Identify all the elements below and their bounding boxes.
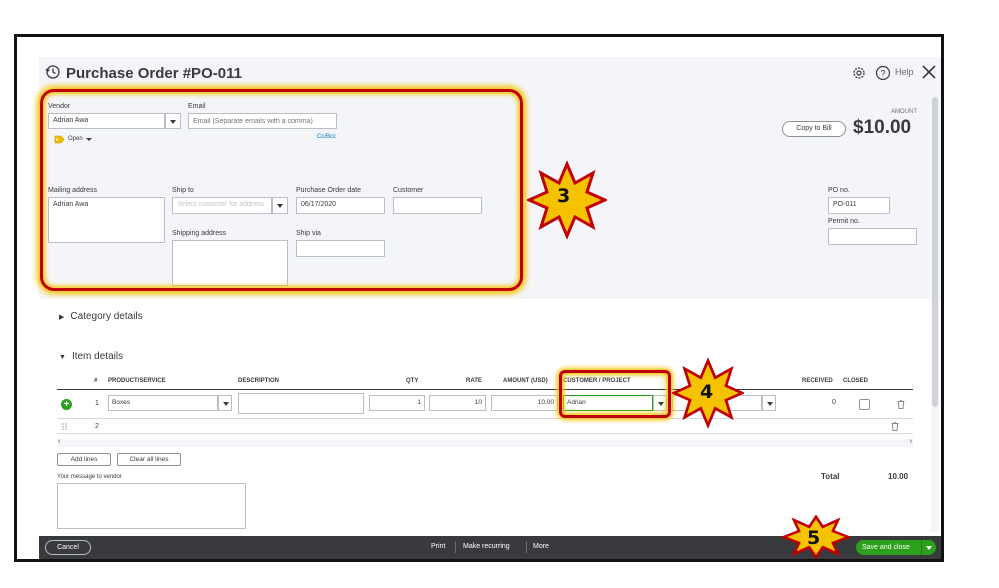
amount-value: $10.00 [853,117,912,138]
description-input[interactable] [238,393,364,414]
rate-input[interactable]: 10 [429,395,486,411]
col-num: # [94,378,98,384]
row-divider [57,418,913,419]
horizontal-scrollbar[interactable]: ‹ › [57,438,913,447]
title-bar: Purchase Order #PO-011 ? Help [39,57,941,93]
col-qty: QTY [406,378,419,384]
footer-divider [455,541,456,553]
trash-icon[interactable] [891,422,899,431]
item-details-toggle[interactable]: ▼ Item details [59,351,123,362]
close-icon[interactable] [920,63,938,81]
product-select[interactable]: Boxes [108,395,218,411]
save-and-close-button[interactable]: Save and close [856,540,936,555]
closed-checkbox[interactable] [859,399,870,410]
received-value: 0 [832,399,836,406]
scroll-left-icon[interactable]: ‹ [58,438,60,445]
col-rate: RATE [466,378,482,384]
gear-icon[interactable] [851,65,867,81]
category-details-label: Category details [70,311,143,322]
permit-no-label: Permit no. [828,218,860,225]
message-label: Your message to vendor [57,474,122,480]
add-row-icon[interactable]: + [61,399,72,410]
class-dropdown-button[interactable] [762,395,776,411]
header-highlight-box [40,89,523,291]
col-product: PRODUCT/SERVICE [108,378,166,384]
table-header-divider [57,389,913,390]
row-divider [57,433,913,434]
category-details-toggle[interactable]: ▶ Category details [59,311,143,322]
callout-number-4: 4 [700,381,714,403]
collapse-triangle-icon: ▼ [59,354,66,361]
purchase-order-window: Purchase Order #PO-011 ? Help Vendor Adr… [17,37,941,559]
add-lines-button[interactable]: Add lines [57,453,111,466]
po-no-label: PO no. [828,187,850,194]
trash-icon[interactable] [897,400,905,409]
make-recurring-link[interactable]: Make recurring [463,543,510,550]
chevron-down-icon [223,402,229,406]
col-description: DESCRIPTION [238,378,280,384]
permit-no-input[interactable] [828,228,917,245]
message-input[interactable] [57,483,246,529]
customer-highlight-box [559,370,671,418]
po-no-input[interactable]: PO-011 [828,197,890,214]
col-closed: CLOSED [843,378,869,384]
col-received: RECEIVED [802,378,833,384]
chevron-down-icon [767,402,773,406]
page-title: Purchase Order #PO-011 [66,65,242,82]
cancel-button[interactable]: Cancel [45,540,91,555]
scroll-right-icon[interactable]: › [910,438,912,445]
callout-number-3: 3 [557,185,571,207]
clear-all-lines-button[interactable]: Clear all lines [117,453,181,466]
help-link[interactable]: Help [895,67,914,77]
screenshot-frame: Purchase Order #PO-011 ? Help Vendor Adr… [14,34,944,562]
vertical-scrollbar-thumb[interactable] [932,97,938,407]
print-link[interactable]: Print [431,543,445,550]
copy-to-bill-button[interactable]: Copy to Bill [782,121,846,137]
save-options-chevron-icon[interactable] [926,546,932,550]
amount-label: AMOUNT [891,109,917,115]
amount-input[interactable]: 10.00 [491,395,558,411]
help-icon[interactable]: ? [875,65,891,81]
product-dropdown-button[interactable] [218,395,232,411]
more-link[interactable]: More [533,543,549,550]
callout-number-5: 5 [807,527,821,549]
row-number: 1 [95,400,99,407]
item-details-label: Item details [71,351,124,362]
drag-handle-icon[interactable] [62,423,68,430]
svg-text:?: ? [880,69,885,79]
row-number: 2 [95,423,99,430]
total-value: 10.00 [888,472,909,481]
footer-divider [526,541,527,553]
recent-transactions-icon[interactable] [45,64,61,80]
qty-input[interactable]: 1 [369,395,425,411]
total-label: Total [821,472,840,481]
save-split-divider [921,540,922,555]
col-amount: AMOUNT (USD) [503,378,548,384]
expand-triangle-icon: ▶ [59,314,65,321]
